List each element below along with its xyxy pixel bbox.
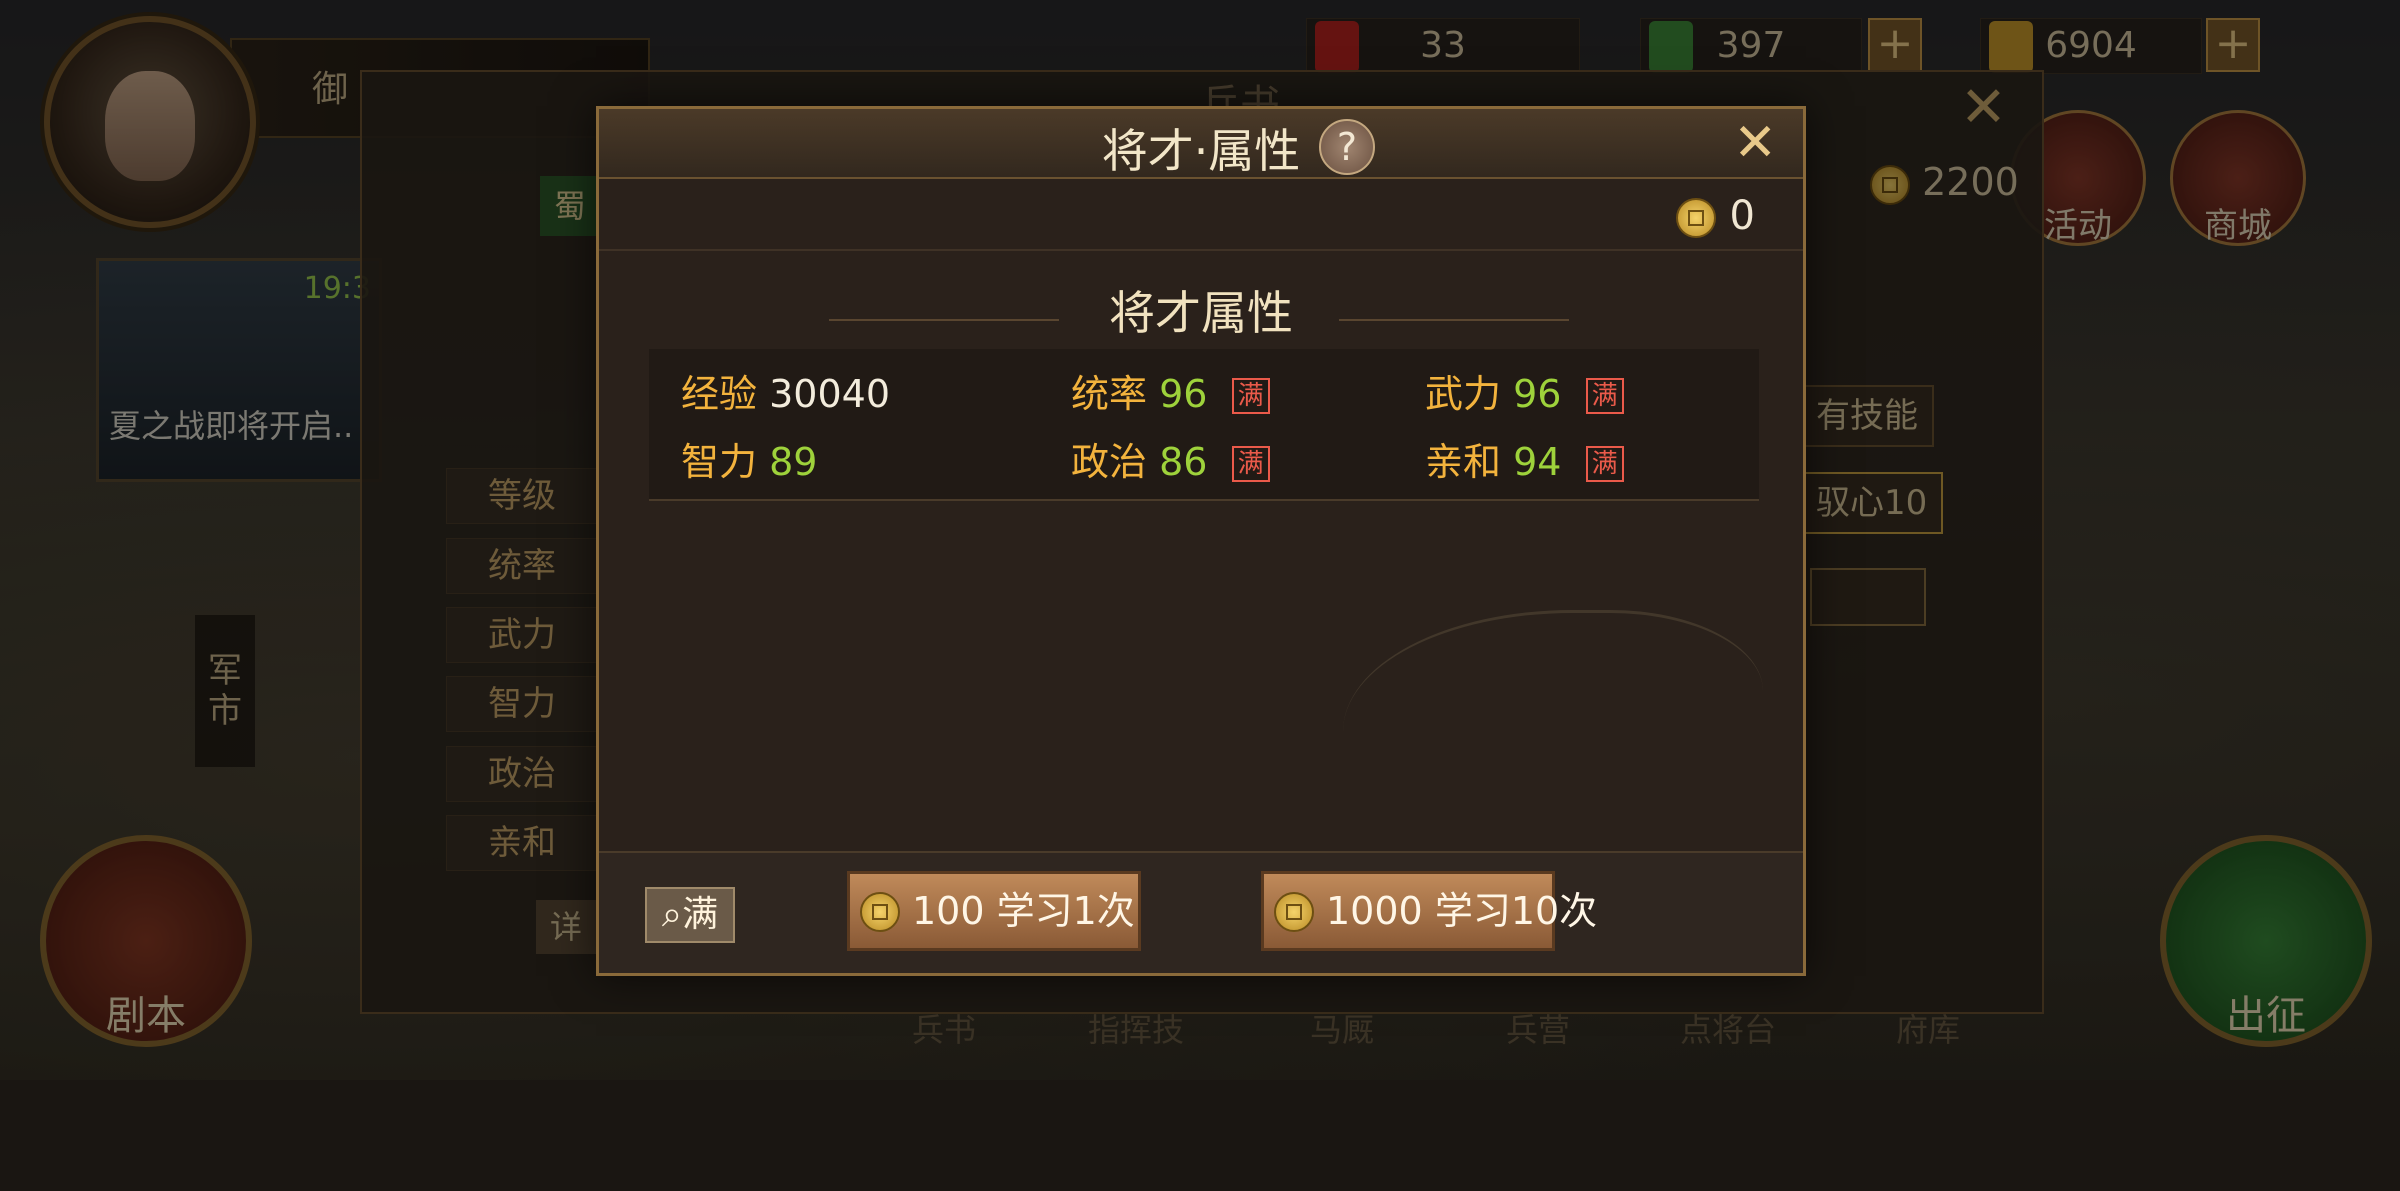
show-maxed-filter-button[interactable]: ⌕满 — [645, 887, 735, 943]
coin-balance: 0 — [1675, 193, 1755, 239]
stat-intelligence: 智力 89 — [681, 440, 818, 484]
learn-ten-button[interactable]: 1000 学习10次 — [1261, 871, 1597, 951]
learn-once-button[interactable]: 100 学习1次 — [847, 871, 1141, 951]
stat-affinity: 亲和 94 满 — [1425, 431, 1624, 486]
copper-coin-icon — [1274, 892, 1314, 932]
dialog-footer: ⌕满 100 学习1次 1000 学习10次 — [599, 851, 1803, 973]
stat-force: 武力 96 满 — [1425, 363, 1624, 418]
copper-coin-icon — [1675, 198, 1716, 238]
max-badge: 满 — [1585, 446, 1624, 482]
stat-experience: 经验 30040 — [681, 372, 890, 416]
dialog-header: 将才·属性 ? ✕ — [599, 109, 1803, 179]
copper-coin-icon — [860, 892, 900, 932]
max-badge: 满 — [1231, 446, 1270, 482]
ornament-left — [829, 319, 1059, 321]
help-icon[interactable]: ? — [1319, 119, 1375, 175]
max-badge: 满 — [1231, 378, 1270, 414]
close-icon[interactable]: ✕ — [1733, 115, 1777, 171]
ornament-right — [1339, 319, 1569, 321]
coin-balance-row: 0 — [599, 179, 1803, 251]
section-title: 将才属性 — [1109, 286, 1293, 340]
dialog-title: 将才·属性 — [1101, 124, 1301, 178]
talent-attributes-dialog: 将才·属性 ? ✕ 0 将才属性 经验 30040 统率 96 满 武力 96 … — [596, 106, 1806, 976]
stat-command: 统率 96 满 — [1071, 363, 1270, 418]
attributes-table: 经验 30040 统率 96 满 武力 96 满 智力 89 政治 86 满 亲… — [649, 349, 1759, 501]
search-icon: ⌕ — [661, 894, 683, 935]
max-badge: 满 — [1585, 378, 1624, 414]
cloud-decoration — [1343, 610, 1763, 833]
stat-politics: 政治 86 满 — [1071, 431, 1270, 486]
